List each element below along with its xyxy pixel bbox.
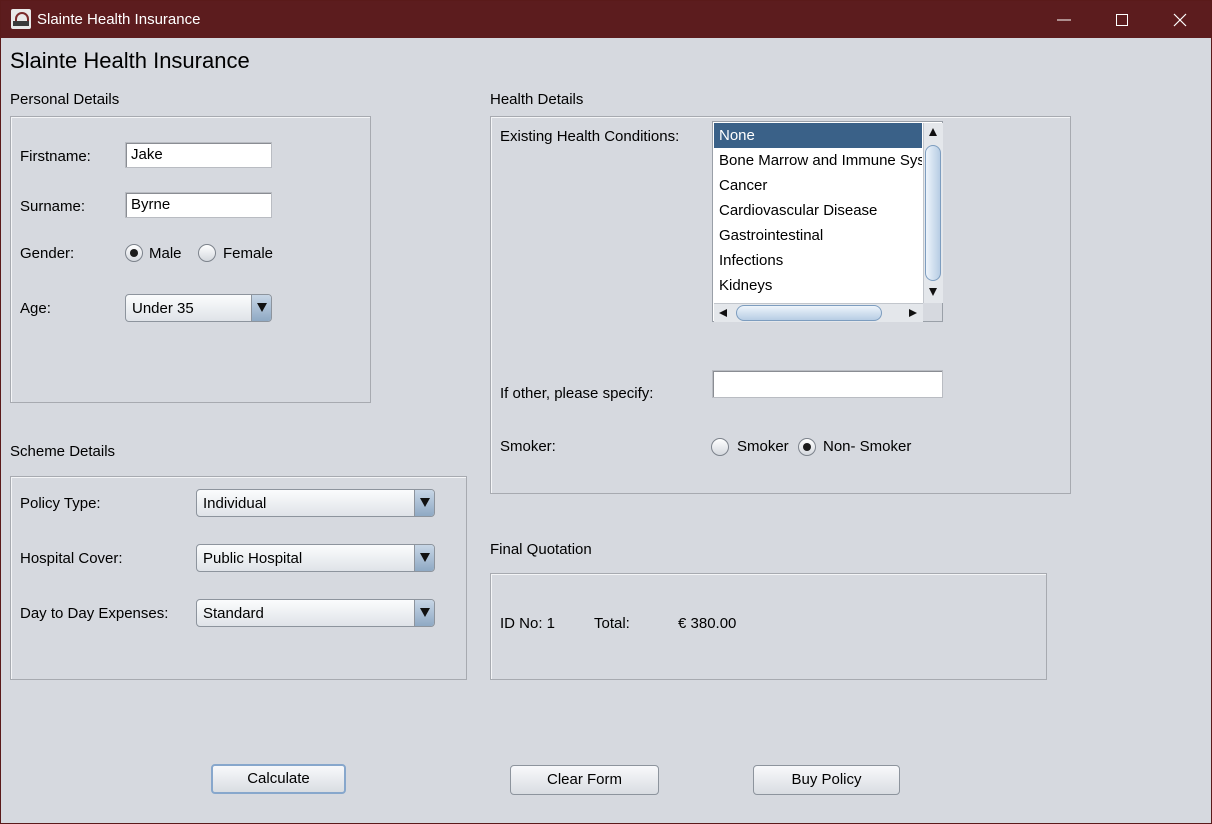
scheme-details-title: Scheme Details bbox=[10, 443, 116, 460]
conditions-list[interactable]: None Bone Marrow and Immune System Cance… bbox=[712, 121, 943, 322]
health-details-title: Health Details bbox=[490, 91, 584, 108]
firstname-label: Firstname: bbox=[20, 148, 91, 165]
window-title: Slainte Health Insurance bbox=[37, 11, 201, 28]
calculate-button[interactable]: Calculate bbox=[211, 764, 346, 794]
title-bar[interactable]: Slainte Health Insurance bbox=[1, 1, 1211, 38]
list-item[interactable]: None bbox=[714, 123, 922, 148]
quotation-panel bbox=[490, 573, 1047, 680]
page-title: Slainte Health Insurance bbox=[10, 48, 250, 73]
quotation-total-label: Total: bbox=[594, 615, 630, 632]
list-item[interactable]: Cardiovascular Disease bbox=[714, 198, 922, 223]
gender-female-label[interactable]: Female bbox=[223, 245, 273, 262]
surname-field[interactable]: Byrne bbox=[125, 192, 272, 218]
hospital-cover-label: Hospital Cover: bbox=[20, 550, 123, 567]
list-item[interactable]: Bone Marrow and Immune System bbox=[714, 148, 922, 173]
scroll-right-icon[interactable] bbox=[908, 308, 918, 318]
clear-form-button[interactable]: Clear Form bbox=[510, 765, 659, 795]
policy-type-value: Individual bbox=[203, 495, 267, 512]
quotation-title: Final Quotation bbox=[490, 541, 592, 558]
smoker-no-radio[interactable] bbox=[798, 438, 816, 456]
policy-type-label: Policy Type: bbox=[20, 495, 101, 512]
age-dropdown[interactable]: Under 35 bbox=[125, 294, 272, 322]
chevron-down-icon[interactable] bbox=[251, 295, 271, 321]
smoker-yes-radio[interactable] bbox=[711, 438, 729, 456]
list-item[interactable]: Kidneys bbox=[714, 273, 922, 298]
gender-male-label[interactable]: Male bbox=[149, 245, 182, 262]
close-icon bbox=[1173, 13, 1187, 27]
close-button[interactable] bbox=[1151, 1, 1209, 38]
app-icon bbox=[11, 9, 31, 29]
hospital-cover-dropdown[interactable]: Public Hospital bbox=[196, 544, 435, 572]
horizontal-scroll-thumb[interactable] bbox=[736, 305, 882, 321]
expenses-dropdown[interactable]: Standard bbox=[196, 599, 435, 627]
gender-label: Gender: bbox=[20, 245, 75, 262]
list-item[interactable]: Cancer bbox=[714, 173, 922, 198]
hospital-cover-value: Public Hospital bbox=[203, 550, 303, 567]
maximize-icon bbox=[1116, 14, 1128, 26]
list-item[interactable]: Infections bbox=[714, 248, 922, 273]
age-value: Under 35 bbox=[132, 300, 194, 317]
surname-label: Surname: bbox=[20, 198, 86, 215]
personal-details-title: Personal Details bbox=[10, 91, 120, 108]
firstname-field[interactable]: Jake bbox=[125, 142, 272, 168]
policy-type-dropdown[interactable]: Individual bbox=[196, 489, 435, 517]
conditions-label: Existing Health Conditions: bbox=[500, 128, 680, 145]
smoker-no-label[interactable]: Non- Smoker bbox=[823, 438, 911, 455]
quotation-id: ID No: 1 bbox=[500, 615, 556, 632]
app-window: Slainte Health Insurance Slainte Health … bbox=[0, 0, 1212, 824]
vertical-scrollbar[interactable] bbox=[923, 123, 943, 303]
scroll-down-icon[interactable] bbox=[928, 287, 938, 297]
chevron-down-icon[interactable] bbox=[414, 600, 434, 626]
scroll-up-icon[interactable] bbox=[928, 127, 938, 137]
gender-female-radio[interactable] bbox=[198, 244, 216, 262]
other-label: If other, please specify: bbox=[500, 385, 654, 402]
minimize-icon bbox=[1057, 19, 1071, 21]
gender-male-radio[interactable] bbox=[125, 244, 143, 262]
scroll-left-icon[interactable] bbox=[718, 308, 728, 318]
quotation-total-value: € 380.00 bbox=[678, 615, 737, 632]
minimize-button[interactable] bbox=[1035, 1, 1093, 38]
buy-policy-button[interactable]: Buy Policy bbox=[753, 765, 900, 795]
maximize-button[interactable] bbox=[1093, 1, 1151, 38]
list-item[interactable]: Gastrointestinal bbox=[714, 223, 922, 248]
smoker-label: Smoker: bbox=[500, 438, 556, 455]
chevron-down-icon[interactable] bbox=[414, 545, 434, 571]
horizontal-scrollbar[interactable] bbox=[714, 303, 923, 322]
expenses-label: Day to Day Expenses: bbox=[20, 605, 169, 622]
expenses-value: Standard bbox=[203, 605, 264, 622]
other-condition-field[interactable] bbox=[712, 370, 943, 398]
vertical-scroll-thumb[interactable] bbox=[925, 145, 941, 281]
smoker-yes-label[interactable]: Smoker bbox=[737, 438, 789, 455]
scrollbar-corner bbox=[923, 303, 942, 321]
age-label: Age: bbox=[20, 300, 51, 317]
chevron-down-icon[interactable] bbox=[414, 490, 434, 516]
